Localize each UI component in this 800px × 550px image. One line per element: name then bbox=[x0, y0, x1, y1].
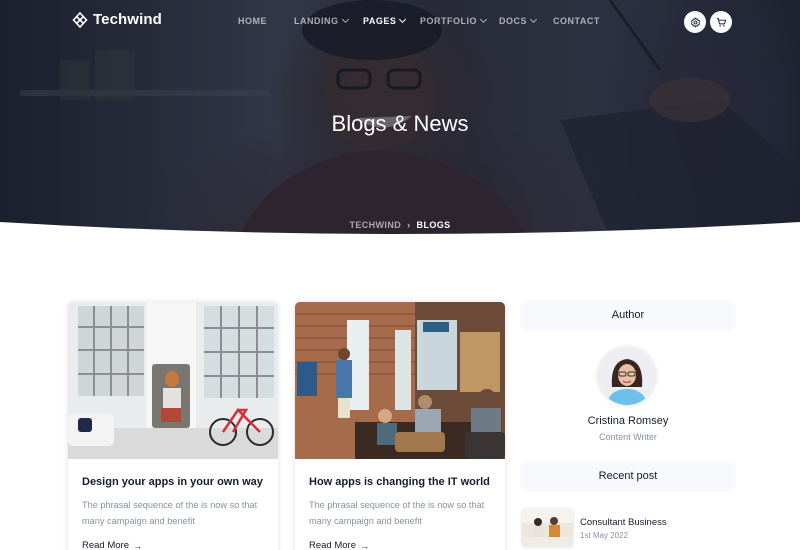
nav-item-label: DOCS bbox=[499, 16, 528, 26]
breadcrumb-item-home[interactable]: TECHWIND bbox=[349, 220, 401, 230]
office-photo bbox=[68, 302, 278, 459]
blog-card-image[interactable] bbox=[295, 302, 505, 459]
hero-section: Techwind HOME LANDING PAGES PORTFOLIO DO… bbox=[0, 0, 800, 262]
chevron-down-icon bbox=[479, 15, 488, 24]
author-widget-heading: Author bbox=[522, 302, 734, 329]
author-role: Content Writer bbox=[599, 432, 657, 442]
nav-item-label: PAGES bbox=[363, 16, 397, 26]
nav-item-docs[interactable]: DOCS bbox=[499, 15, 538, 26]
recent-post-photo bbox=[522, 509, 573, 547]
breadcrumb: TECHWIND › BLOGS bbox=[0, 220, 800, 230]
settings-button[interactable] bbox=[684, 11, 706, 33]
nav-item-portfolio[interactable]: PORTFOLIO bbox=[420, 15, 488, 26]
author-photo bbox=[598, 347, 656, 405]
recent-post-date: 1st May 2022 bbox=[580, 531, 629, 540]
blog-card-title[interactable]: Design your apps in your own way bbox=[82, 476, 263, 488]
settings-icon bbox=[690, 17, 700, 27]
nav-item-label: CONTACT bbox=[553, 16, 600, 26]
blog-card-title[interactable]: How apps is changing the IT world bbox=[309, 476, 490, 488]
recent-post-thumbnail[interactable] bbox=[522, 509, 573, 547]
avatar[interactable] bbox=[598, 347, 656, 405]
read-more-label: Read More bbox=[309, 540, 356, 550]
nav-item-label: PORTFOLIO bbox=[420, 16, 477, 26]
nav-item-home[interactable]: HOME bbox=[238, 16, 267, 26]
navbar: Techwind HOME LANDING PAGES PORTFOLIO DO… bbox=[0, 0, 800, 44]
nav-item-contact[interactable]: CONTACT bbox=[553, 16, 600, 26]
nav-item-label: HOME bbox=[238, 16, 267, 26]
blog-card-excerpt: The phrasal sequence of the is now so th… bbox=[309, 500, 485, 526]
brand-name: Techwind bbox=[93, 11, 162, 28]
recent-post-widget-heading: Recent post bbox=[522, 463, 734, 490]
chevron-down-icon bbox=[529, 15, 538, 24]
chevron-down-icon bbox=[399, 15, 407, 24]
arrow-right-icon: → bbox=[360, 540, 369, 550]
blog-card-excerpt: The phrasal sequence of the is now so th… bbox=[82, 500, 258, 526]
read-more-link[interactable]: Read More → bbox=[309, 540, 369, 550]
read-more-label: Read More bbox=[82, 540, 129, 550]
chevron-down-icon bbox=[341, 15, 349, 24]
logo-icon bbox=[72, 11, 88, 28]
blog-card: How apps is changing the IT world The ph… bbox=[295, 302, 505, 550]
page-title: Blogs & News bbox=[331, 111, 469, 136]
presentation-photo bbox=[295, 302, 505, 459]
author-name[interactable]: Cristina Romsey bbox=[522, 415, 734, 427]
chevron-right-icon: › bbox=[407, 220, 411, 230]
blog-card: Design your apps in your own way The phr… bbox=[68, 302, 278, 550]
nav-item-pages[interactable]: PAGES bbox=[363, 15, 407, 26]
arrow-right-icon: → bbox=[133, 540, 142, 550]
nav-item-label: LANDING bbox=[294, 16, 339, 26]
nav-item-landing[interactable]: LANDING bbox=[294, 15, 349, 26]
cart-icon bbox=[716, 17, 726, 27]
cart-button[interactable] bbox=[710, 11, 732, 33]
brand-logo[interactable]: Techwind bbox=[72, 11, 162, 28]
breadcrumb-item-current: BLOGS bbox=[416, 220, 451, 230]
blog-card-image[interactable] bbox=[68, 302, 278, 459]
recent-post-title[interactable]: Consultant Business bbox=[580, 517, 667, 528]
recent-post-item[interactable]: Consultant Business 1st May 2022 bbox=[522, 509, 734, 547]
read-more-link[interactable]: Read More → bbox=[82, 540, 142, 550]
